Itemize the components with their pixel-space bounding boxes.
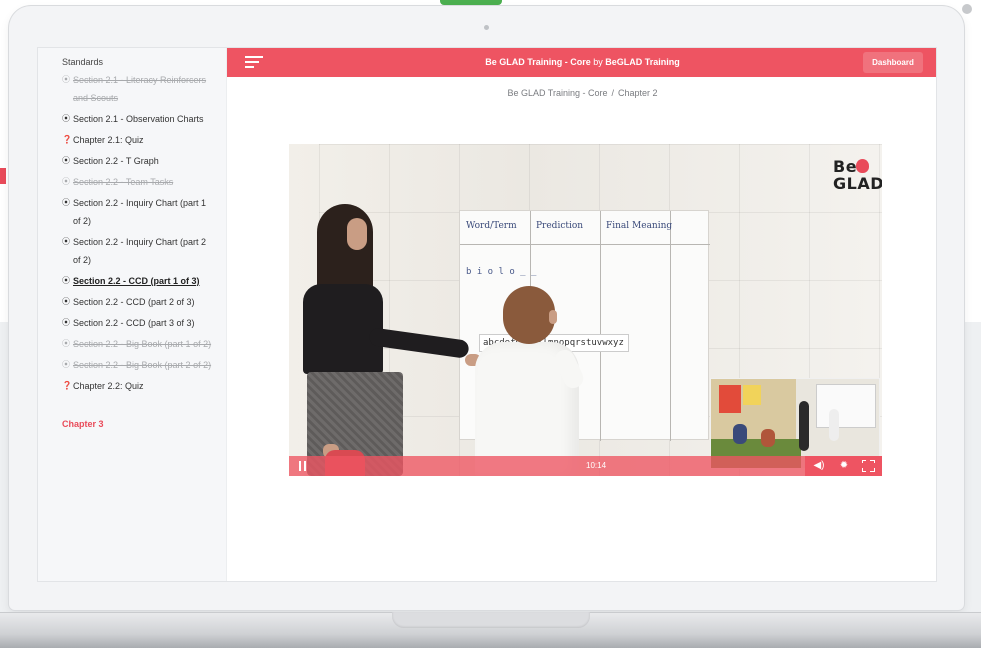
sidebar-item-chapter-2-1-quiz[interactable]: ❓ Chapter 2.1: Quiz bbox=[62, 131, 226, 149]
background-dot bbox=[962, 4, 972, 14]
pip-student bbox=[829, 409, 839, 441]
sidebar-item-label: Section 2.2 - CCD (part 2 of 3) bbox=[73, 297, 195, 307]
play-circle-icon: ⦿ bbox=[62, 198, 70, 207]
chart-column-line bbox=[670, 211, 671, 441]
beglad-logo: Be GLAD bbox=[833, 158, 882, 210]
sidebar-item-label: Chapter 2.1: Quiz bbox=[73, 135, 144, 145]
sidebar-item-label: Section 2.2 - Big Book (part 2 of 2) bbox=[73, 360, 212, 370]
course-name: Be GLAD Training - Core bbox=[485, 57, 591, 67]
chart-header-prediction: Prediction bbox=[536, 221, 584, 231]
sidebar-item-label: Section 2.2 - CCD (part 3 of 3) bbox=[73, 318, 195, 328]
laptop-camera bbox=[484, 25, 489, 30]
chart-column-line bbox=[600, 211, 601, 441]
sidebar-item-ccd-3[interactable]: ⦿ Section 2.2 - CCD (part 3 of 3) bbox=[62, 314, 226, 332]
video-controls-bar: 10:14 bbox=[289, 456, 882, 476]
sidebar-item-observation-charts[interactable]: ⦿ Section 2.1 - Observation Charts bbox=[62, 110, 226, 128]
play-circle-icon: ⦿ bbox=[62, 177, 70, 186]
teacher-body bbox=[303, 284, 383, 374]
question-circle-icon: ❓ bbox=[62, 135, 72, 144]
boy-ear bbox=[549, 310, 557, 324]
sidebar-item-label: Section 2.2 - Team Tasks bbox=[73, 177, 174, 187]
sidebar-item-label: Chapter 2.2: Quiz bbox=[73, 381, 144, 391]
dashboard-button[interactable]: Dashboard bbox=[863, 52, 923, 73]
play-circle-icon: ⦿ bbox=[62, 297, 70, 306]
video-controls-right: ◀︎) ✹ bbox=[805, 456, 882, 476]
play-circle-icon: ⦿ bbox=[62, 237, 70, 246]
course-sidebar: Standards ⦿ Section 2.1 - Literacy Reinf… bbox=[38, 48, 227, 581]
sidebar-chapter-3-link[interactable]: Chapter 3 bbox=[62, 415, 226, 433]
pip-teacher bbox=[799, 401, 809, 451]
pip-poster bbox=[743, 385, 761, 405]
chart-header-line bbox=[460, 244, 710, 245]
sidebar-item-inquiry-chart-2[interactable]: ⦿ Section 2.2 - Inquiry Chart (part 2 of… bbox=[62, 233, 226, 269]
play-circle-icon: ⦿ bbox=[62, 75, 70, 84]
question-circle-icon: ❓ bbox=[62, 381, 72, 390]
pause-icon[interactable] bbox=[298, 461, 308, 471]
video-time: 10:14 bbox=[586, 461, 607, 470]
background-tab bbox=[440, 0, 502, 5]
pip-board bbox=[816, 384, 876, 428]
laptop-notch bbox=[392, 612, 590, 628]
chart-row-text: b i o l o _ _ bbox=[466, 267, 537, 277]
play-circle-icon: ⦿ bbox=[62, 318, 70, 327]
chart-header-final: Final Meaning bbox=[606, 221, 673, 231]
course-player-screen: Standards ⦿ Section 2.1 - Literacy Reinf… bbox=[37, 47, 937, 582]
settings-gear-icon[interactable]: ✹ bbox=[837, 458, 851, 474]
chart-header-word: Word/Term bbox=[466, 221, 517, 231]
sidebar-item-label: Section 2.2 - Inquiry Chart (part 1 of 2… bbox=[73, 198, 207, 226]
pip-student bbox=[761, 429, 775, 447]
sidebar-item-big-book-1[interactable]: ⦿ Section 2.2 - Big Book (part 1 of 2) bbox=[62, 335, 226, 353]
sidebar-item-literacy-reinforcers[interactable]: ⦿ Section 2.1 - Literacy Reinforcers and… bbox=[62, 71, 226, 107]
sidebar-section-title: Standards bbox=[62, 57, 104, 67]
teacher-face bbox=[347, 218, 367, 250]
breadcrumb-chapter: Chapter 2 bbox=[618, 88, 658, 98]
sidebar-item-ccd-1[interactable]: ⦿ Section 2.2 - CCD (part 1 of 3) bbox=[62, 272, 226, 290]
pip-poster bbox=[719, 385, 741, 413]
play-circle-icon: ⦿ bbox=[62, 156, 70, 165]
sidebar-item-label: Section 2.1 - Observation Charts bbox=[73, 114, 204, 124]
course-author: BeGLAD Training bbox=[605, 57, 680, 67]
background-accent bbox=[0, 168, 6, 184]
play-circle-icon: ⦿ bbox=[62, 114, 70, 123]
sidebar-item-label: Section 2.2 - CCD (part 1 of 3) bbox=[73, 276, 200, 286]
sidebar-item-label: Section 2.2 - Inquiry Chart (part 2 of 2… bbox=[73, 237, 207, 265]
apple-icon bbox=[856, 159, 869, 173]
breadcrumb-course[interactable]: Be GLAD Training - Core bbox=[507, 88, 607, 98]
sidebar-item-chapter-2-2-quiz[interactable]: ❓ Chapter 2.2: Quiz bbox=[62, 377, 226, 395]
sidebar-item-label: Section 2.2 - T Graph bbox=[73, 156, 159, 166]
course-by: by bbox=[593, 57, 603, 67]
fullscreen-icon[interactable] bbox=[861, 459, 875, 472]
sidebar-item-label: Section 2.1 - Literacy Reinforcers and S… bbox=[73, 75, 207, 103]
sidebar-item-team-tasks[interactable]: ⦿ Section 2.2 - Team Tasks bbox=[62, 173, 226, 191]
play-circle-icon: ⦿ bbox=[62, 276, 70, 285]
boy-head bbox=[503, 286, 555, 344]
sidebar-item-ccd-2[interactable]: ⦿ Section 2.2 - CCD (part 2 of 3) bbox=[62, 293, 226, 311]
breadcrumb: Be GLAD Training - Core / Chapter 2 bbox=[227, 88, 936, 98]
sidebar-item-big-book-2[interactable]: ⦿ Section 2.2 - Big Book (part 2 of 2) bbox=[62, 356, 226, 374]
sidebar-item-t-graph[interactable]: ⦿ Section 2.2 - T Graph bbox=[62, 152, 226, 170]
course-title: Be GLAD Training - Core by BeGLAD Traini… bbox=[227, 48, 936, 77]
video-player[interactable]: Word/Term Prediction Final Meaning b i o… bbox=[289, 144, 882, 476]
top-bar: Be GLAD Training - Core by BeGLAD Traini… bbox=[227, 48, 936, 77]
pip-student bbox=[733, 424, 747, 444]
play-circle-icon: ⦿ bbox=[62, 339, 70, 348]
sidebar-item-inquiry-chart-1[interactable]: ⦿ Section 2.2 - Inquiry Chart (part 1 of… bbox=[62, 194, 226, 230]
breadcrumb-separator: / bbox=[611, 88, 615, 98]
volume-icon[interactable]: ◀︎) bbox=[811, 458, 827, 474]
sidebar-item-label: Section 2.2 - Big Book (part 1 of 2) bbox=[73, 339, 212, 349]
logo-text-bottom: GLAD bbox=[833, 174, 882, 193]
play-circle-icon: ⦿ bbox=[62, 360, 70, 369]
